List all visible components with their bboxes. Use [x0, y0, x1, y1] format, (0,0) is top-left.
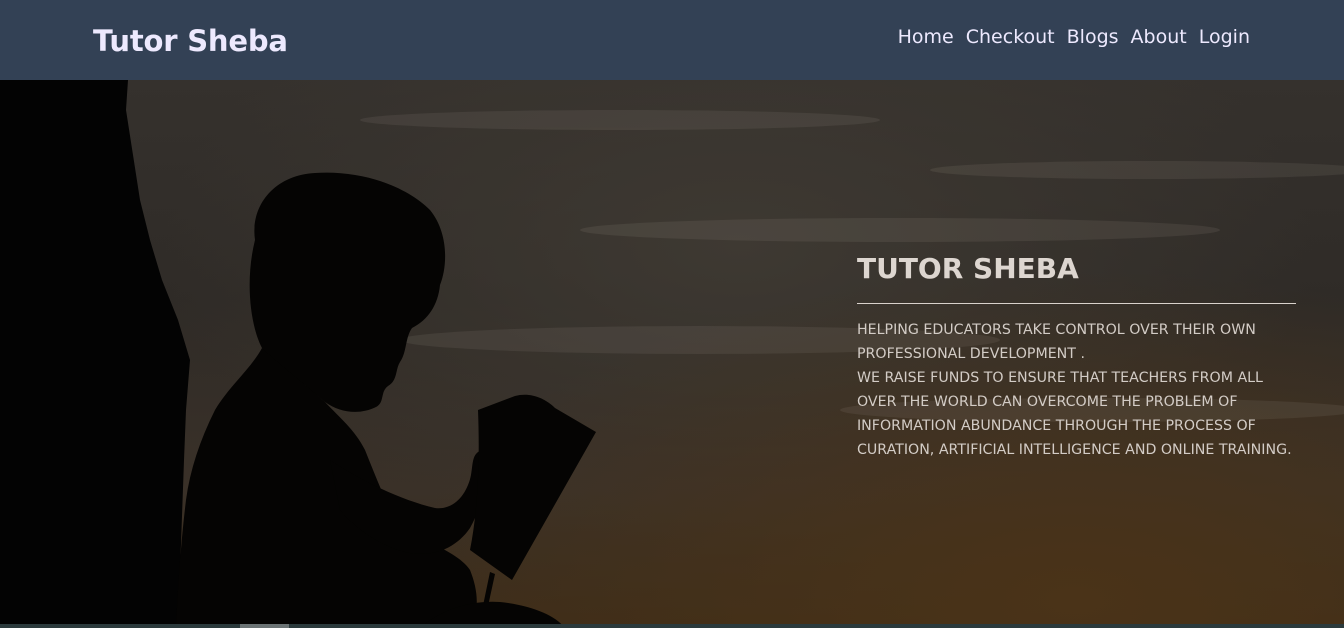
- brand-logo-link[interactable]: Tutor Sheba: [93, 24, 288, 58]
- nav-link-login[interactable]: Login: [1199, 26, 1250, 48]
- hero-description: HELPING EDUCATORS TAKE CONTROL OVER THEI…: [857, 318, 1296, 462]
- child-reading-silhouette: [176, 172, 596, 628]
- tree-silhouette: [0, 80, 190, 628]
- hero-paragraph-2: WE RAISE FUNDS TO ENSURE THAT TEACHERS F…: [857, 370, 1292, 458]
- nav-link-blogs[interactable]: Blogs: [1067, 26, 1119, 48]
- hero-text-block: TUTOR SHEBA HELPING EDUCATORS TAKE CONTR…: [857, 252, 1296, 462]
- hero-divider: [857, 303, 1296, 304]
- top-navbar: Tutor Sheba Home Checkout Blogs About Lo…: [0, 0, 1344, 80]
- horizontal-scrollbar-track[interactable]: [0, 624, 1344, 628]
- hero-paragraph-1: HELPING EDUCATORS TAKE CONTROL OVER THEI…: [857, 322, 1256, 362]
- nav-link-about[interactable]: About: [1131, 26, 1187, 48]
- hero-banner: TUTOR SHEBA HELPING EDUCATORS TAKE CONTR…: [0, 80, 1344, 628]
- nav-link-checkout[interactable]: Checkout: [966, 26, 1055, 48]
- horizontal-scrollbar-thumb[interactable]: [240, 624, 289, 628]
- nav-link-home[interactable]: Home: [898, 26, 954, 48]
- main-nav: Home Checkout Blogs About Login: [898, 26, 1250, 48]
- hero-title: TUTOR SHEBA: [857, 252, 1079, 285]
